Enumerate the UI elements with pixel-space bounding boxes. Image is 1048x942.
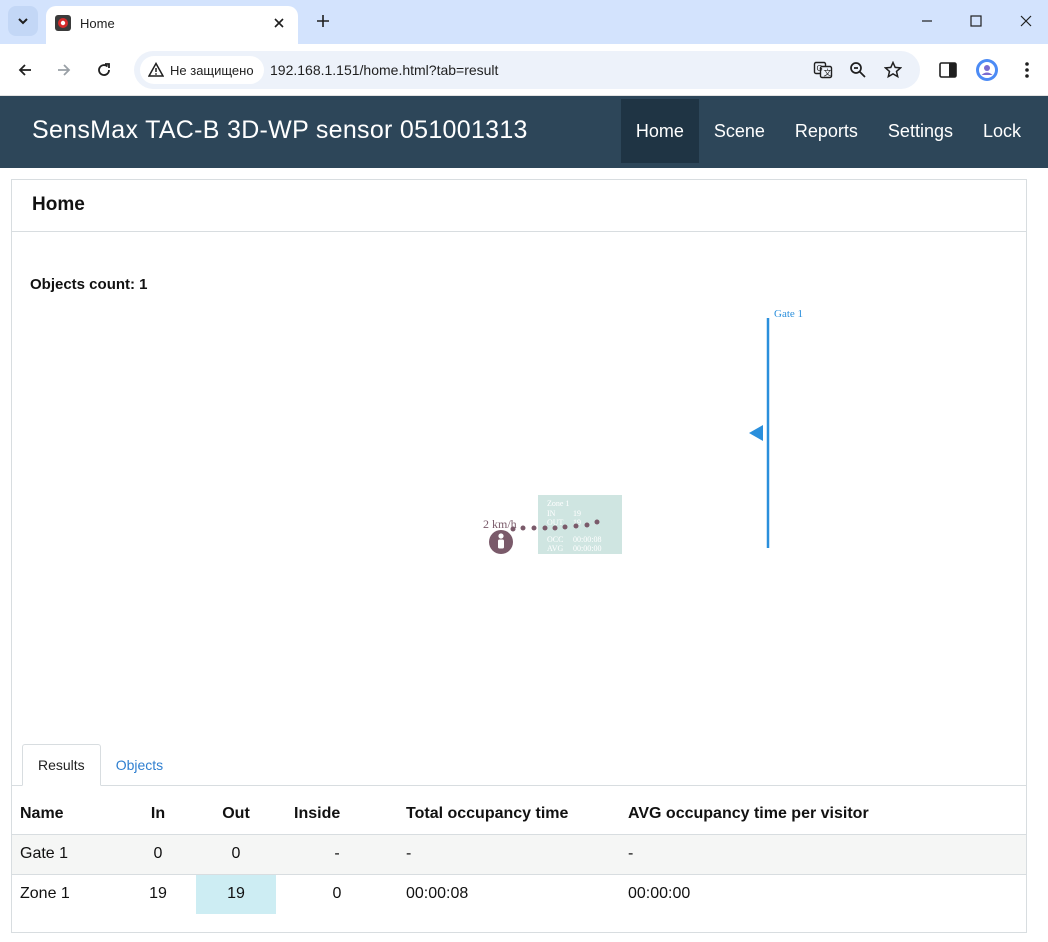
zone-info-box[interactable]: Zone 1 IN 19 OUT 19 OCC 00:00:08 AVG 00:… — [538, 495, 622, 554]
zone-occ-value: 00:00:08 — [573, 535, 601, 544]
sensmax-favicon-icon — [55, 15, 71, 31]
back-arrow-icon[interactable] — [12, 57, 38, 83]
cell-in: 0 — [120, 834, 196, 875]
zone-in-value: 19 — [573, 509, 581, 518]
tab-results[interactable]: Results — [22, 744, 101, 786]
column-header-out: Out — [196, 794, 276, 835]
nav-scene[interactable]: Scene — [699, 99, 780, 163]
cell-name: Zone 1 — [12, 874, 120, 914]
cell-out-highlighted: 19 — [196, 874, 276, 914]
forward-arrow-icon[interactable] — [51, 57, 77, 83]
maximize-window-icon[interactable] — [965, 10, 987, 32]
cell-total-occupancy: - — [398, 834, 620, 875]
zone-in-label: IN — [547, 509, 556, 518]
cell-avg-occupancy: - — [620, 834, 1026, 875]
column-header-total-occupancy: Total occupancy time — [398, 794, 620, 835]
table-header-row: Name In Out Inside Total occupancy time … — [12, 794, 1026, 835]
browser-menu-icon[interactable] — [1014, 57, 1040, 83]
zone-name: Zone 1 — [547, 499, 569, 508]
reload-icon[interactable] — [91, 57, 117, 83]
zone-occ-label: OCC — [547, 535, 563, 544]
person-icon[interactable] — [489, 530, 513, 554]
cell-inside: - — [276, 834, 398, 875]
app-title: SensMax TAC-B 3D-WP sensor 051001313 — [32, 116, 528, 144]
minimize-window-icon[interactable] — [916, 10, 938, 32]
gate-label: Gate 1 — [774, 308, 803, 320]
chevron-down-icon — [18, 18, 28, 25]
side-panel-icon[interactable] — [935, 57, 961, 83]
tab-objects[interactable]: Objects — [101, 744, 178, 786]
home-panel: Home Objects count: 1 Gate 1 Zone 1 IN 1… — [11, 179, 1027, 933]
svg-text:G: G — [817, 64, 823, 73]
table-row-gate-1[interactable]: Gate 1 0 0 - - - — [12, 834, 1026, 875]
cell-avg-occupancy: 00:00:00 — [620, 874, 1026, 914]
live-scene-canvas[interactable]: Gate 1 Zone 1 IN 19 OUT 19 OCC 00:00:08 … — [12, 300, 1026, 740]
tab-close-icon[interactable] — [270, 14, 288, 32]
nav-lock[interactable]: Lock — [968, 99, 1036, 163]
browser-tab-home[interactable]: Home — [46, 6, 298, 44]
panel-header: Home — [12, 180, 1026, 232]
browser-tab-title: Home — [80, 16, 115, 31]
nav-reports[interactable]: Reports — [780, 99, 873, 163]
cell-out: 0 — [196, 834, 276, 875]
results-tabs: Results Objects — [22, 744, 178, 786]
object-speed-label: 2 km/h — [483, 517, 517, 531]
column-header-avg-occupancy: AVG occupancy time per visitor — [620, 794, 1026, 835]
browser-tabstrip: Home — [0, 0, 1048, 44]
zone-avg-label: AVG — [547, 544, 564, 553]
tabs-divider — [12, 785, 1026, 786]
objects-count: Objects count: 1 — [30, 276, 148, 293]
gate-direction-arrow-icon — [749, 425, 763, 441]
security-indicator[interactable]: Не защищено — [140, 56, 264, 84]
column-header-in: In — [120, 794, 196, 835]
main-nav: Home Scene Reports Settings Lock — [620, 99, 1036, 163]
zoom-icon[interactable] — [847, 59, 869, 81]
cell-name: Gate 1 — [12, 834, 120, 875]
svg-text:文: 文 — [824, 68, 832, 78]
new-tab-plus-icon[interactable] — [312, 10, 334, 32]
address-bar[interactable]: Не защищено 192.168.1.151/home.html?tab=… — [134, 51, 920, 89]
page-title: Home — [32, 194, 85, 215]
profile-avatar-icon[interactable] — [974, 57, 1000, 83]
url-text[interactable]: 192.168.1.151/home.html?tab=result — [270, 62, 498, 78]
nav-settings[interactable]: Settings — [873, 99, 968, 163]
browser-toolbar: Не защищено 192.168.1.151/home.html?tab=… — [0, 44, 1048, 96]
column-header-inside: Inside — [276, 794, 398, 835]
cell-total-occupancy: 00:00:08 — [398, 874, 620, 914]
cell-in: 19 — [120, 874, 196, 914]
column-header-name: Name — [12, 794, 120, 835]
table-row-zone-1[interactable]: Zone 1 19 19 0 00:00:08 00:00:00 — [12, 874, 1026, 914]
security-label: Не защищено — [170, 62, 254, 78]
close-window-icon[interactable] — [1015, 10, 1037, 32]
warning-triangle-icon — [148, 62, 164, 77]
translate-icon[interactable]: G文 — [812, 59, 834, 81]
tab-search-button[interactable] — [8, 6, 38, 36]
cell-inside: 0 — [276, 874, 398, 914]
results-table: Name In Out Inside Total occupancy time … — [12, 794, 1026, 914]
app-header: SensMax TAC-B 3D-WP sensor 051001313 Hom… — [0, 96, 1048, 168]
zone-avg-value: 00:00:00 — [573, 544, 601, 553]
nav-home[interactable]: Home — [620, 99, 699, 163]
bookmark-star-icon[interactable] — [882, 59, 904, 81]
